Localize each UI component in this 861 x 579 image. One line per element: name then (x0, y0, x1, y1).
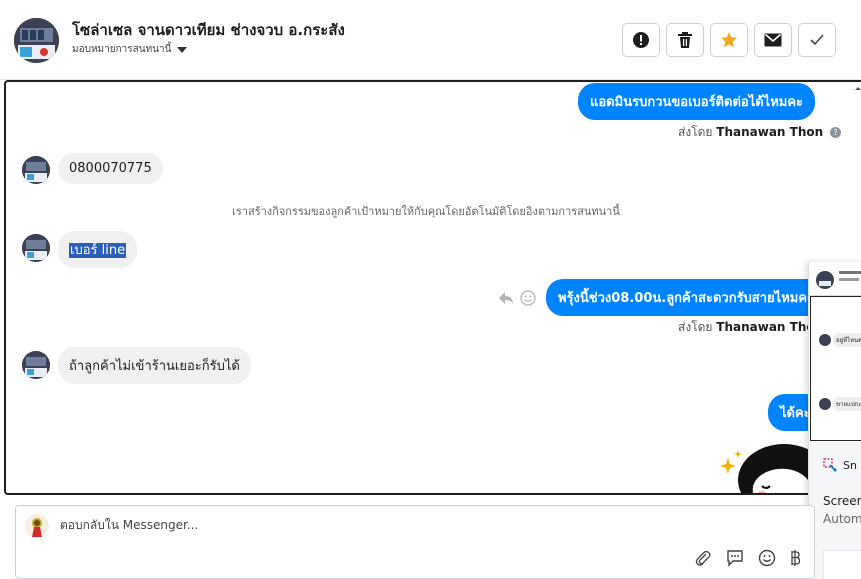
payment-baht-icon[interactable] (790, 549, 800, 567)
thumbnail-avatar (819, 398, 831, 410)
spam-button[interactable] (622, 23, 660, 57)
scissors-icon (823, 458, 837, 472)
thumbnail-avatar (816, 271, 834, 289)
snip-label: Sn (843, 458, 857, 472)
composer-tools (694, 549, 800, 567)
incoming-message[interactable]: ถ้าลูกค้าไม่เข้าร้านเยอะก็รับได้ (58, 347, 251, 384)
emoji-icon[interactable] (758, 549, 776, 567)
system-notice: เราสร้างกิจกรรมของลูกค้าเป้าหมายให้กับคุ… (232, 205, 620, 218)
selected-text: เบอร์ line (69, 243, 127, 258)
mark-unread-button[interactable] (754, 23, 792, 57)
alert-icon (633, 32, 649, 48)
notification-card[interactable] (823, 550, 861, 579)
notification-title: Screen (823, 494, 861, 508)
star-icon (721, 32, 737, 48)
message-actions (498, 290, 536, 306)
incoming-message[interactable]: 0800070775 (58, 153, 163, 184)
assign-label: มอบหมายการสนทนานี้ (72, 44, 172, 55)
saved-reply-icon[interactable] (726, 549, 744, 567)
page-avatar (25, 514, 49, 538)
star-button[interactable] (710, 23, 748, 57)
assign-conversation-dropdown[interactable]: มอบหมายการสนทนานี้ (72, 42, 188, 57)
message-thread[interactable]: แอดมินรบกวนขอเบอร์ติดต่อได้ไหมคะ ส่งโดย … (4, 80, 861, 495)
delete-button[interactable] (666, 23, 704, 57)
emoji-react-icon[interactable] (520, 290, 536, 306)
thumbnail-line (839, 271, 861, 274)
contact-avatar[interactable] (14, 18, 59, 63)
scroll-up-arrow-icon[interactable] (853, 82, 861, 96)
caret-down-icon (177, 46, 188, 53)
sender-prefix: ส่งโดย (678, 320, 713, 334)
thumbnail-message: ขายแปกะ (833, 397, 861, 411)
thumbnail-line (839, 278, 859, 281)
check-icon (810, 34, 824, 46)
trash-icon (678, 32, 692, 48)
conversation-view: โซล่าเซล จานดาวเทียม ช่างจวบ อ.กระสัง มอ… (0, 0, 861, 579)
thumbnail-avatar (819, 334, 831, 346)
outgoing-message[interactable]: แอดมินรบกวนขอเบอร์ติดต่อได้ไหมคะ (578, 83, 816, 120)
snipping-tool-panel[interactable]: อยู่ที่ไหนคะ ขายแปกะ Sn Screen Autom (808, 262, 861, 579)
notification-subtitle: Autom (823, 512, 861, 526)
sender-info: ส่งโดย Thanawan Thon (678, 318, 823, 337)
reply-icon[interactable] (498, 291, 514, 305)
sticker-image[interactable] (714, 438, 810, 495)
reply-input[interactable] (60, 518, 660, 532)
help-icon[interactable]: ? (830, 127, 841, 138)
sender-info: ส่งโดย Thanawan Thon ? (678, 123, 841, 142)
panel-thumbnail-frame: อยู่ที่ไหนคะ ขายแปกะ (810, 296, 861, 441)
header-actions (622, 23, 836, 57)
attachment-icon[interactable] (694, 549, 712, 567)
thumbnail-message: อยู่ที่ไหนคะ (833, 333, 861, 347)
incoming-message[interactable]: เบอร์ line (58, 231, 138, 268)
sender-prefix: ส่งโดย (678, 125, 713, 139)
panel-thumbnail-header (809, 262, 861, 296)
snip-app-label: Sn (823, 458, 857, 472)
contact-avatar[interactable] (22, 156, 50, 184)
reply-composer (15, 505, 815, 579)
contact-avatar[interactable] (22, 351, 50, 379)
done-button[interactable] (798, 23, 836, 57)
conversation-header: โซล่าเซล จานดาวเทียม ช่างจวบ อ.กระสัง มอ… (0, 0, 861, 80)
sender-name: Thanawan Thon (716, 125, 824, 139)
outgoing-message[interactable]: พรุ้งนี้ช่วง08.00น.ลูกค้าสะดวกรับสายไหมค… (546, 279, 827, 316)
contact-avatar[interactable] (22, 234, 50, 262)
page-title: โซล่าเซล จานดาวเทียม ช่างจวบ อ.กระสัง (72, 21, 345, 39)
envelope-icon (764, 33, 782, 47)
